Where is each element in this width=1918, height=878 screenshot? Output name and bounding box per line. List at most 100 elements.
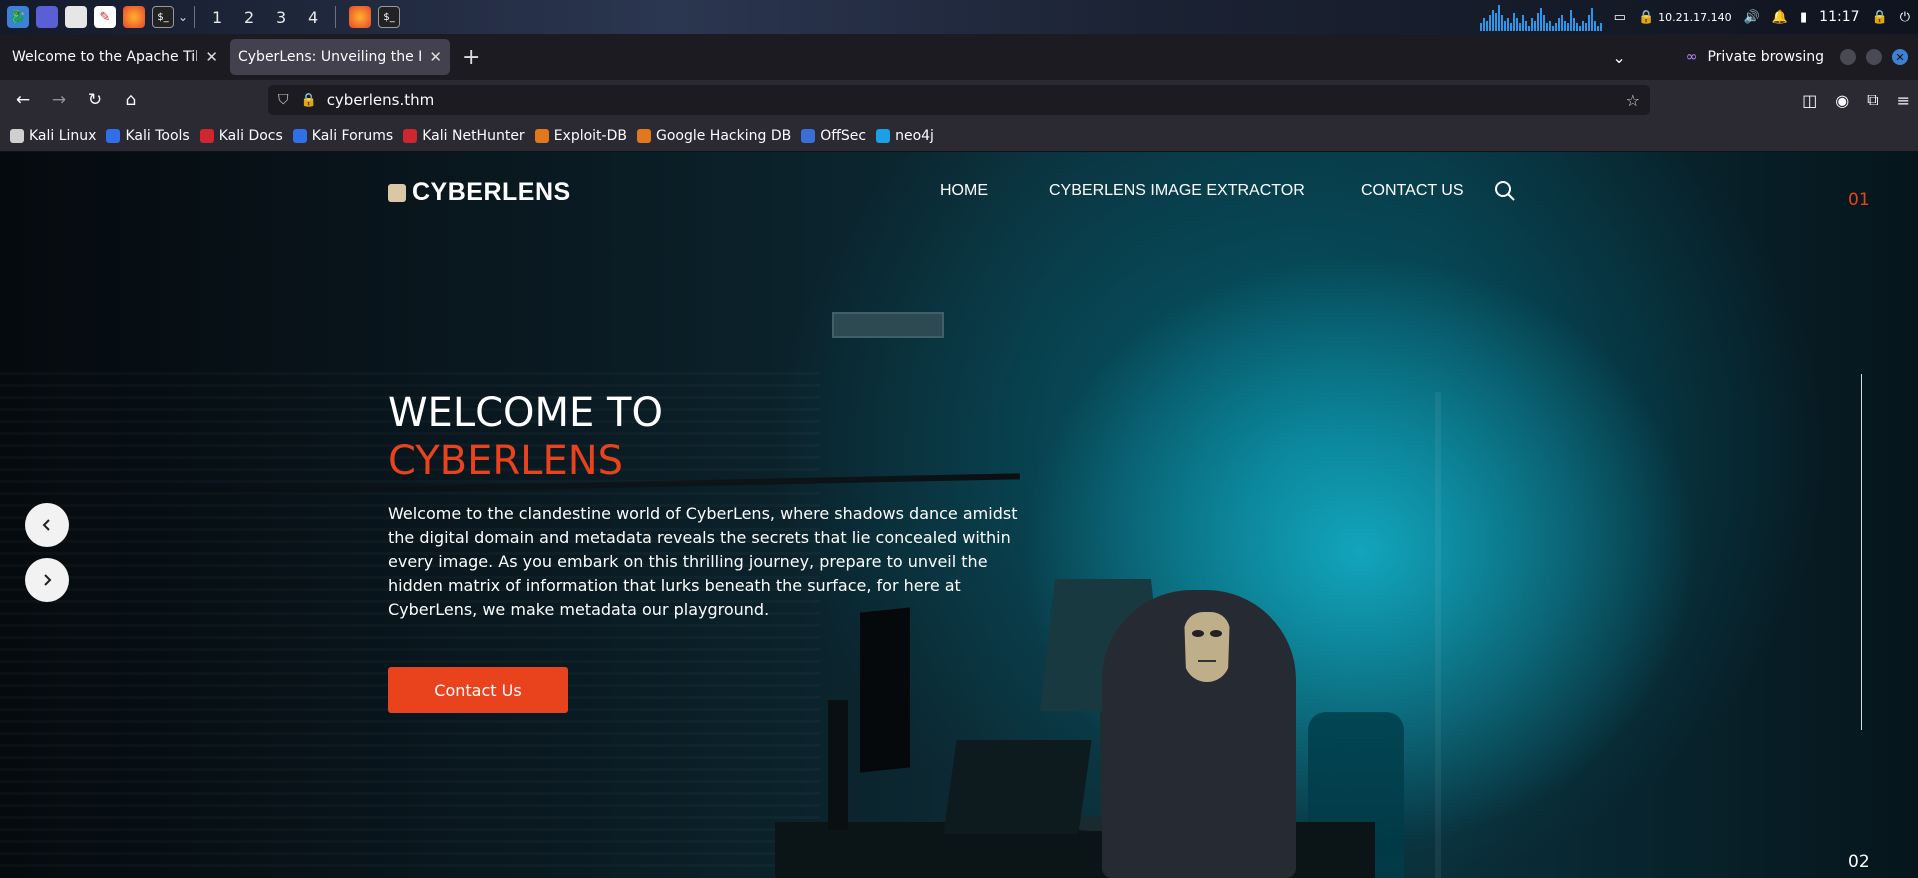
- bookmark-item[interactable]: Kali NetHunter: [403, 127, 525, 144]
- nav-home-link[interactable]: HOME: [940, 182, 988, 200]
- bookmark-item[interactable]: Exploit-DB: [534, 128, 627, 144]
- bookmark-label: Kali Forums: [311, 127, 394, 144]
- bookmark-item[interactable]: Kali Forums: [292, 127, 394, 144]
- bookmark-item[interactable]: Kali Linux: [10, 128, 96, 144]
- close-icon[interactable]: ✕: [429, 48, 442, 66]
- desktop-icon[interactable]: [36, 6, 58, 28]
- graph-bar: [1551, 26, 1554, 31]
- padlock-icon[interactable]: 🔒: [301, 93, 317, 108]
- file-manager-icon[interactable]: [65, 6, 87, 28]
- graph-bar: [1512, 13, 1515, 31]
- bookmark-label: Kali Linux: [29, 127, 97, 144]
- tab-cyberlens[interactable]: CyberLens: Unveiling the Hid ✕: [230, 39, 450, 75]
- power-icon[interactable]: ⏻: [1900, 10, 1910, 25]
- bookmark-star-icon[interactable]: ☆: [1626, 91, 1640, 110]
- graph-bar: [1539, 8, 1542, 31]
- pocket-icon[interactable]: ◫: [1802, 91, 1817, 110]
- web-page: CYBERLENS HOME CYBERLENS IMAGE EXTRACTOR…: [0, 152, 1918, 878]
- battery-icon[interactable]: ▮: [1800, 10, 1807, 25]
- volume-icon[interactable]: 🔊: [1744, 10, 1760, 25]
- bookmark-favicon-icon: [106, 128, 121, 143]
- graph-bar: [1593, 21, 1596, 31]
- nav-contact-link[interactable]: CONTACT US: [1361, 182, 1464, 200]
- workspace-2[interactable]: 2: [233, 8, 265, 27]
- site-logo[interactable]: CYBERLENS: [388, 178, 571, 207]
- minimize-button[interactable]: [1840, 49, 1856, 65]
- graph-bar: [1509, 23, 1512, 31]
- bookmark-favicon-icon: [636, 128, 651, 143]
- graph-bar: [1584, 23, 1587, 31]
- back-arrow-icon[interactable]: ←: [5, 90, 41, 110]
- graph-bar: [1557, 18, 1560, 31]
- url-text[interactable]: cyberlens.thm: [327, 91, 435, 109]
- bookmark-favicon-icon: [10, 128, 24, 143]
- window-close-button[interactable]: ✕: [1892, 49, 1908, 65]
- background-laptop: [943, 740, 1092, 834]
- screen-lock-icon[interactable]: 🔒: [1872, 10, 1888, 25]
- bookmark-label: Kali NetHunter: [422, 127, 525, 144]
- firefox-window-icon[interactable]: [349, 6, 372, 28]
- bookmark-favicon-icon: [534, 128, 549, 143]
- shield-icon[interactable]: ⛉: [278, 92, 289, 108]
- workspace-1[interactable]: 1: [201, 8, 233, 27]
- hamburger-menu-icon[interactable]: ≡: [1897, 91, 1910, 110]
- hero-title-line2: CYBERLENS: [388, 438, 624, 484]
- graph-bar: [1488, 15, 1491, 31]
- slide-number-next[interactable]: 02: [1848, 852, 1870, 872]
- background-wall-edge: [1435, 392, 1441, 878]
- tab-list-button[interactable]: ⌄: [1612, 48, 1625, 67]
- text-editor-icon[interactable]: ✎: [94, 6, 116, 28]
- bookmark-item[interactable]: Google Hacking DB: [636, 128, 791, 144]
- graph-bar: [1518, 23, 1521, 31]
- graph-bar: [1578, 26, 1581, 31]
- graph-bar: [1536, 13, 1539, 31]
- bookmark-item[interactable]: Kali Docs: [199, 127, 283, 144]
- graph-bar: [1506, 18, 1509, 31]
- contact-us-button[interactable]: Contact Us: [388, 667, 568, 713]
- kali-menu-icon[interactable]: 🐉: [7, 6, 29, 28]
- bookmark-item[interactable]: OffSec: [801, 128, 866, 144]
- notification-bell-icon[interactable]: 🔔: [1772, 10, 1788, 25]
- terminal-window-icon[interactable]: $_: [378, 6, 401, 28]
- home-icon[interactable]: ⌂: [113, 90, 149, 110]
- url-bar[interactable]: ⛉ 🔒 cyberlens.thm ☆: [268, 85, 1650, 115]
- bookmark-favicon-icon: [403, 128, 418, 143]
- tab-title: Welcome to the Apache Tika: [12, 49, 198, 65]
- tab-title: CyberLens: Unveiling the Hid: [238, 49, 422, 65]
- forward-arrow-icon[interactable]: →: [41, 90, 77, 110]
- slide-number-current[interactable]: 01: [1848, 190, 1870, 210]
- nav-image-extractor-link[interactable]: CYBERLENS IMAGE EXTRACTOR: [1049, 182, 1305, 200]
- close-icon[interactable]: ✕: [205, 48, 218, 66]
- search-icon[interactable]: [1494, 180, 1516, 202]
- display-icon[interactable]: ▭: [1614, 10, 1626, 25]
- account-icon[interactable]: ◉: [1835, 91, 1849, 110]
- clock[interactable]: 11:17: [1819, 9, 1859, 25]
- workspace-4[interactable]: 4: [297, 8, 329, 27]
- new-tab-button[interactable]: +: [462, 45, 480, 70]
- vpn-status[interactable]: 🔒 10.21.17.140: [1638, 10, 1732, 25]
- reload-icon[interactable]: ↻: [77, 90, 113, 110]
- workspace-3[interactable]: 3: [265, 8, 297, 27]
- graph-bar: [1572, 18, 1575, 31]
- network-graph: [1479, 3, 1602, 31]
- tab-apache-tika[interactable]: Welcome to the Apache Tika ✕: [4, 39, 226, 75]
- private-mask-icon: ∞: [1685, 49, 1698, 65]
- bookmark-item[interactable]: Kali Tools: [106, 128, 190, 144]
- graph-bar: [1581, 21, 1584, 31]
- logo-text: CYBERLENS: [412, 178, 571, 206]
- bookmark-label: Kali Docs: [218, 127, 283, 144]
- bookmark-favicon-icon: [199, 128, 214, 143]
- bookmark-item[interactable]: neo4j: [876, 128, 934, 144]
- extensions-icon[interactable]: ⧉: [1867, 90, 1878, 110]
- launcher-dropdown-icon[interactable]: ⌄: [178, 10, 188, 24]
- slider-next-button[interactable]: [25, 558, 69, 602]
- slider-prev-button[interactable]: [25, 503, 69, 547]
- maximize-button[interactable]: [1866, 49, 1882, 65]
- terminal-launcher-icon[interactable]: $_: [152, 6, 174, 28]
- graph-bar: [1599, 23, 1602, 31]
- graph-bar: [1494, 13, 1497, 31]
- background-monitor-stand: [828, 700, 848, 830]
- graph-bar: [1503, 21, 1506, 31]
- logo-icon: [388, 183, 406, 202]
- firefox-launcher-icon[interactable]: [123, 6, 145, 28]
